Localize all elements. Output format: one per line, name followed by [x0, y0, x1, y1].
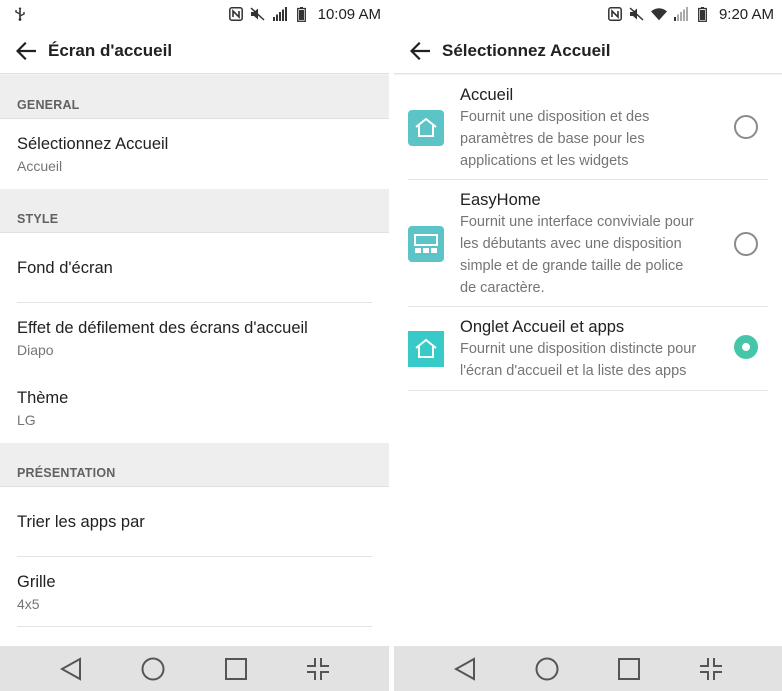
pref-title: Thème: [17, 388, 69, 407]
nav-back-button[interactable]: [445, 649, 485, 689]
option-description: Fournit une disposition et des paramètre…: [460, 109, 650, 169]
pref-summary: 4x5: [17, 595, 40, 612]
pref-sort-apps[interactable]: Trier les apps par: [0, 487, 389, 557]
navigation-bar: [394, 646, 782, 691]
radio-button-selected[interactable]: [734, 335, 758, 359]
pref-wallpaper[interactable]: Fond d'écran: [0, 233, 389, 303]
pref-title: Trier les apps par: [17, 512, 145, 531]
nav-minimize-button[interactable]: [691, 649, 731, 689]
divider: [408, 390, 768, 391]
divider: [17, 626, 372, 627]
radio-dot: [742, 343, 750, 351]
status-time: 10:09 AM: [317, 5, 381, 23]
home-icon: [141, 657, 165, 680]
recents-icon: [618, 657, 640, 680]
battery-icon: [695, 6, 711, 22]
minimize-icon: [700, 657, 722, 680]
option-title: Accueil: [460, 86, 514, 104]
option-title: EasyHome: [460, 191, 541, 209]
home-icon: [408, 110, 444, 146]
pref-title: Grille: [17, 572, 56, 591]
right-screen: 9:20 AM Sélectionnez Accueil Accueil Fou…: [394, 0, 782, 691]
home-icon: [535, 657, 559, 680]
pref-title: Sélectionnez Accueil: [17, 134, 169, 153]
navigation-bar: [0, 646, 389, 691]
back-icon: [60, 656, 82, 681]
home-option-home-and-apps[interactable]: Onglet Accueil et apps Fournit une dispo…: [394, 307, 782, 391]
nav-back-button[interactable]: [51, 649, 91, 689]
pref-title: Fond d'écran: [17, 258, 113, 277]
home-apps-icon: [408, 331, 444, 367]
pref-summary: Accueil: [17, 157, 63, 174]
wifi-icon: [650, 6, 667, 22]
status-bar: 9:20 AM: [394, 0, 782, 28]
nav-home-button[interactable]: [527, 649, 567, 689]
recents-icon: [224, 657, 247, 680]
status-time: 9:20 AM: [718, 5, 774, 23]
signal-icon: [673, 6, 689, 22]
option-description: Fournit une interface conviviale pour le…: [460, 214, 694, 296]
nav-home-button[interactable]: [133, 649, 173, 689]
pref-theme[interactable]: Thème LG: [0, 373, 389, 443]
pref-summary: LG: [17, 411, 36, 428]
signal-icon: [272, 6, 288, 22]
arrow-back-icon: [16, 41, 36, 60]
back-button[interactable]: [406, 37, 434, 65]
home-option-accueil[interactable]: Accueil Fournit une disposition et des p…: [394, 75, 782, 180]
section-header-general: GENERAL: [0, 75, 389, 119]
back-icon: [454, 656, 475, 681]
settings-list[interactable]: GENERAL Sélectionnez Accueil Accueil STY…: [0, 75, 389, 646]
option-title: Onglet Accueil et apps: [460, 318, 625, 336]
arrow-back-icon: [410, 41, 430, 60]
option-description: Fournit une disposition distincte pour l…: [460, 341, 697, 379]
section-header-style: STYLE: [0, 189, 389, 233]
easyhome-icon: [408, 226, 444, 262]
radio-button[interactable]: [734, 115, 758, 139]
pref-select-home[interactable]: Sélectionnez Accueil Accueil: [0, 119, 389, 189]
usb-icon: [12, 6, 28, 22]
pref-summary: Diapo: [17, 341, 54, 358]
pref-scroll-effect[interactable]: Effet de défilement des écrans d'accueil…: [0, 303, 389, 373]
app-bar: Sélectionnez Accueil: [394, 28, 782, 74]
left-screen: 10:09 AM Écran d'accueil GENERAL Sélecti…: [0, 0, 389, 691]
mute-icon: [629, 6, 645, 22]
nav-minimize-button[interactable]: [298, 649, 338, 689]
home-options-list[interactable]: Accueil Fournit une disposition et des p…: [394, 75, 782, 646]
back-button[interactable]: [12, 37, 40, 65]
nfc-icon: [228, 6, 244, 22]
section-header-presentation: PRÉSENTATION: [0, 443, 389, 487]
nfc-icon: [607, 6, 623, 22]
page-title: Sélectionnez Accueil: [442, 40, 611, 60]
pref-grid[interactable]: Grille 4x5: [0, 557, 389, 627]
pref-title: Effet de défilement des écrans d'accueil: [17, 318, 308, 337]
app-bar: Écran d'accueil: [0, 28, 389, 74]
battery-icon: [294, 6, 310, 22]
home-option-easyhome[interactable]: EasyHome Fournit une interface convivial…: [394, 180, 782, 307]
minimize-icon: [306, 657, 329, 680]
radio-button[interactable]: [734, 232, 758, 256]
status-bar: 10:09 AM: [0, 0, 389, 28]
page-title: Écran d'accueil: [48, 40, 173, 60]
mute-icon: [250, 6, 266, 22]
nav-recents-button[interactable]: [609, 649, 649, 689]
nav-recents-button[interactable]: [216, 649, 256, 689]
